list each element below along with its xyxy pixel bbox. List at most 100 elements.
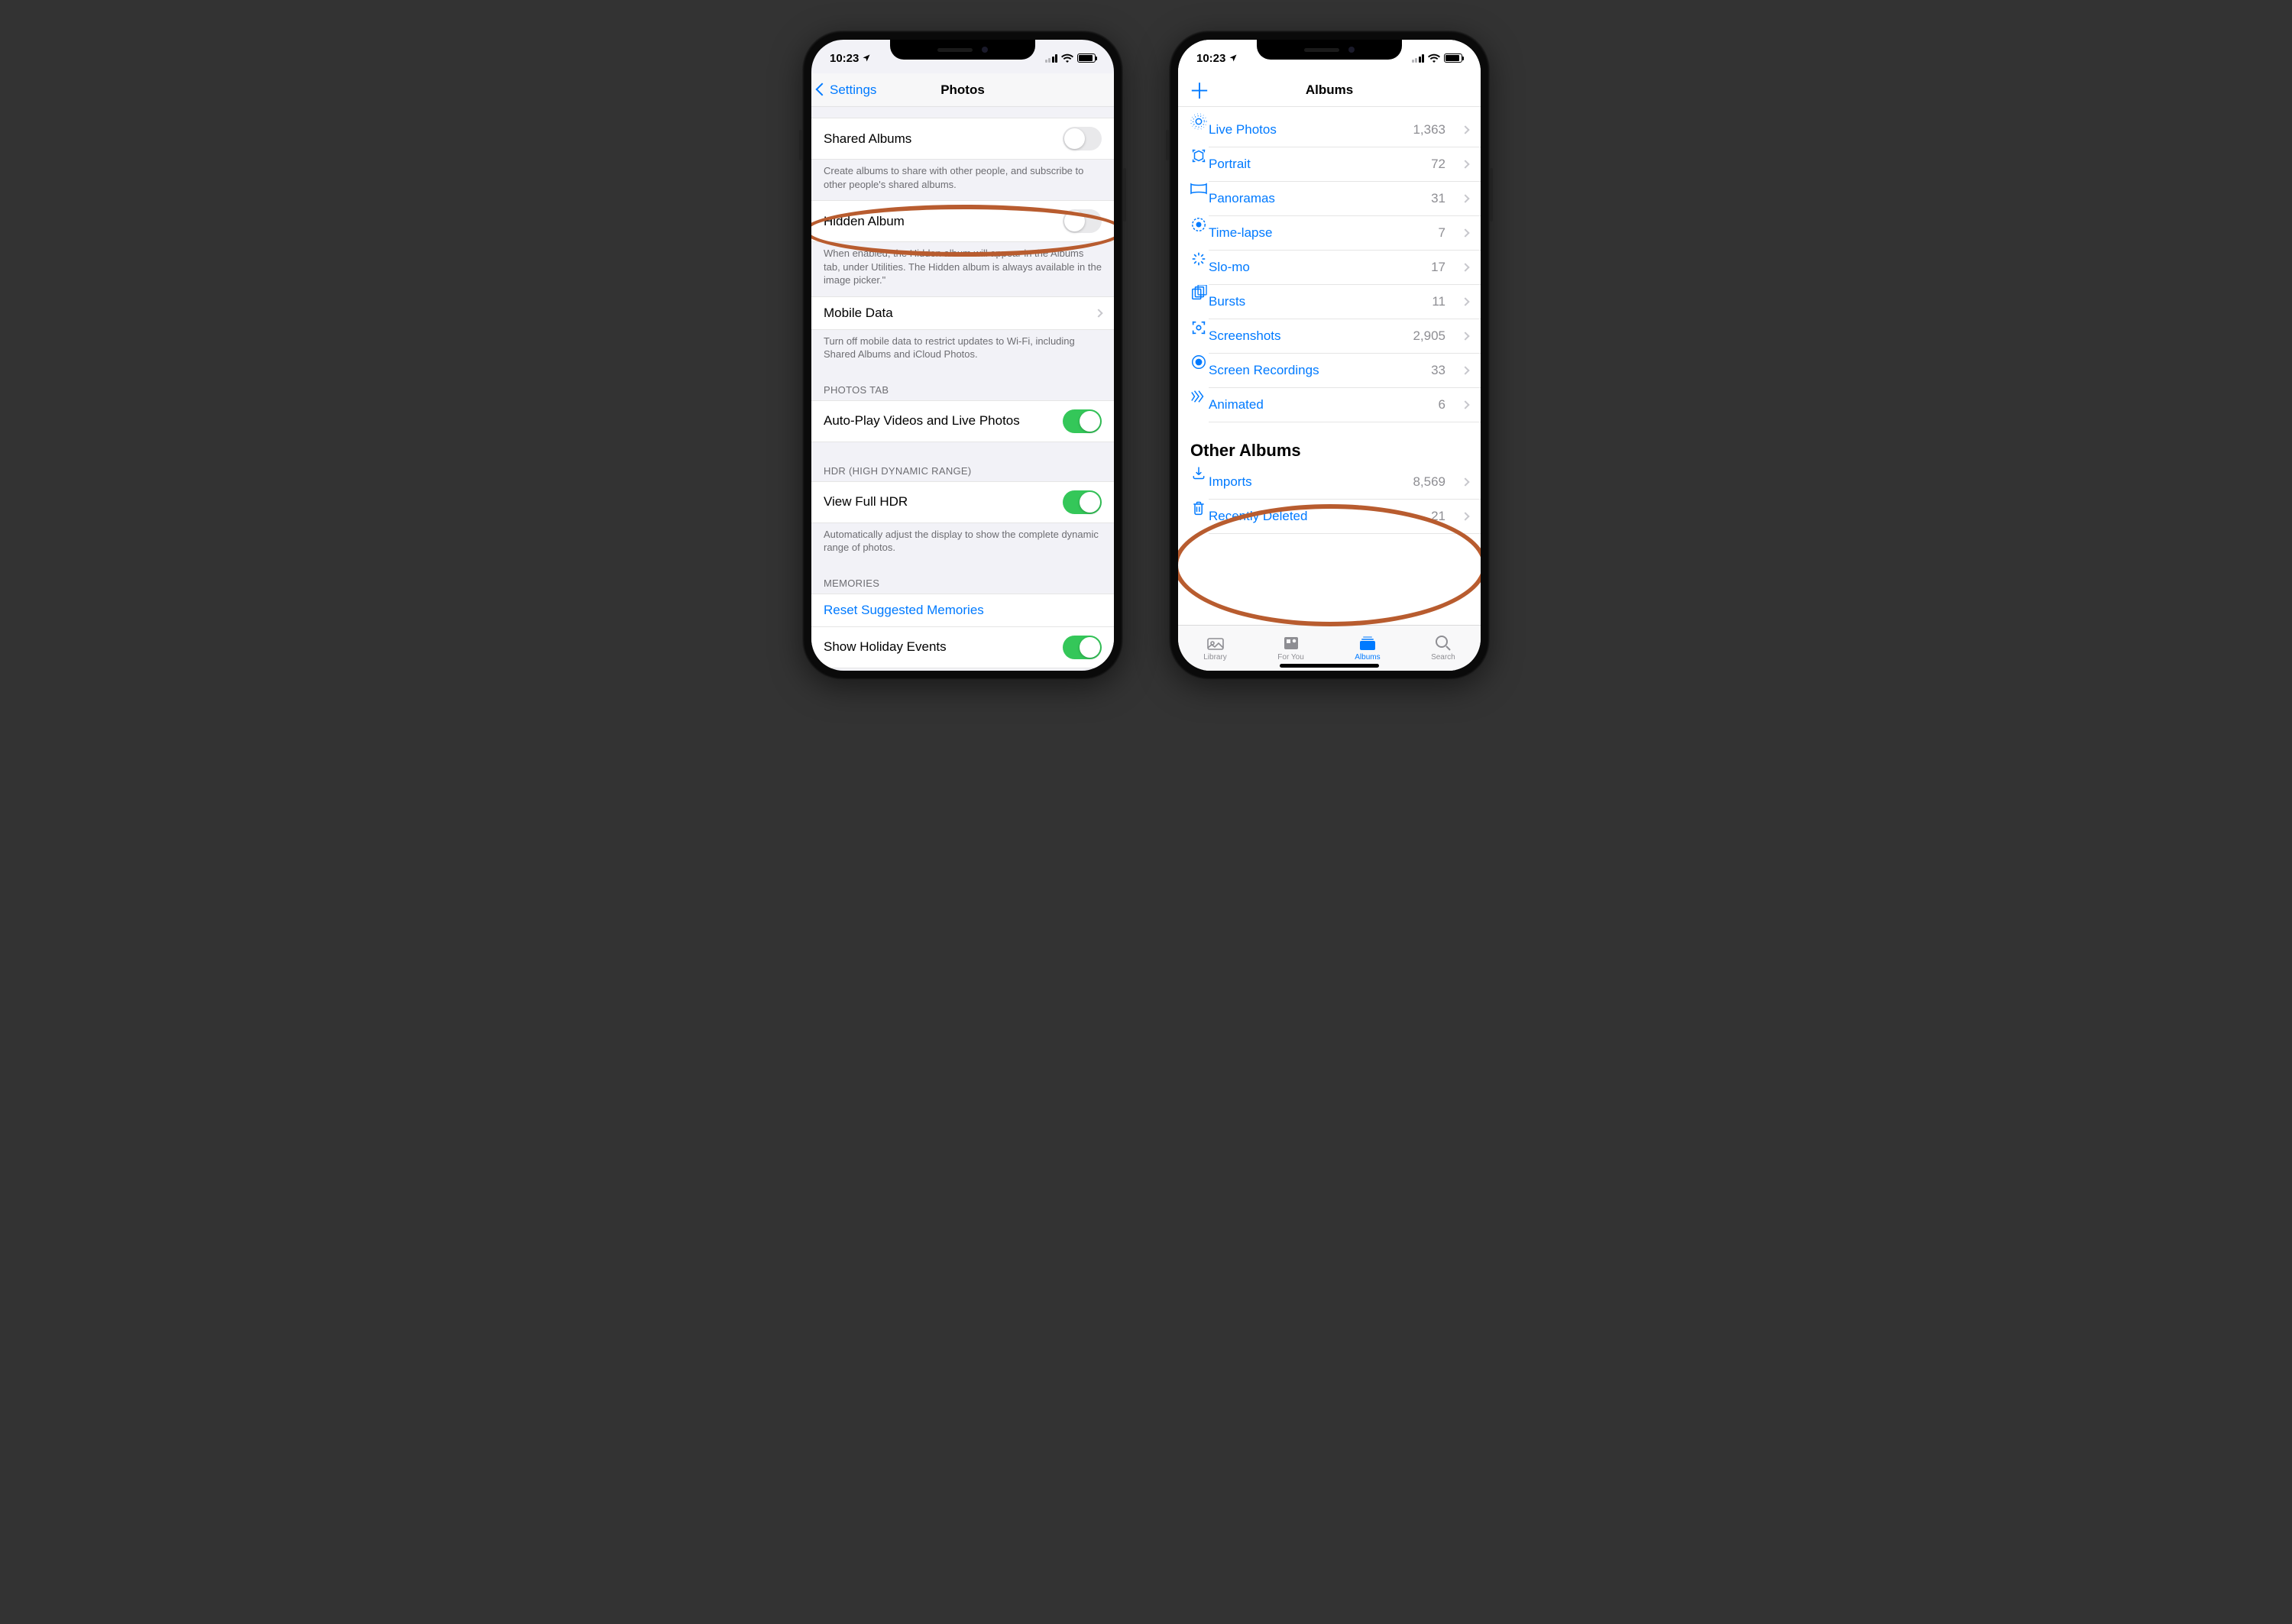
- album-row[interactable]: Imports 8,569: [1178, 465, 1481, 500]
- portrait-icon: [1189, 147, 1209, 164]
- timelapse-icon: [1189, 216, 1209, 233]
- album-count: 21: [1431, 509, 1445, 524]
- album-name: Panoramas: [1209, 191, 1420, 206]
- album-row[interactable]: Recently Deleted 21: [1178, 500, 1481, 534]
- burst-icon: [1189, 285, 1209, 302]
- notch: [1257, 40, 1402, 60]
- phone-right: 10:23 ＋ Albums: [1169, 31, 1490, 680]
- row-reset-memories[interactable]: Reset Suggested Memories: [811, 594, 1114, 627]
- battery-icon: [1077, 53, 1096, 63]
- battery-icon: [1444, 53, 1462, 63]
- album-count: 6: [1439, 397, 1445, 412]
- header-hdr: HDR (HIGH DYNAMIC RANGE): [811, 442, 1114, 481]
- row-view-full-hdr[interactable]: View Full HDR: [811, 481, 1114, 523]
- location-icon: [1229, 53, 1238, 63]
- trash-icon: [1189, 500, 1209, 516]
- back-button[interactable]: Settings: [817, 73, 876, 106]
- toggle-autoplay[interactable]: [1063, 409, 1102, 433]
- album-count: 72: [1431, 157, 1445, 172]
- albums-content[interactable]: Live Photos 1,363 Portrait 72 Panoramas …: [1178, 107, 1481, 625]
- album-count: 8,569: [1413, 474, 1445, 490]
- label-hidden-album: Hidden Album: [824, 214, 905, 229]
- album-name: Portrait: [1209, 157, 1420, 172]
- album-row[interactable]: Portrait 72: [1178, 147, 1481, 182]
- footer-shared-albums: Create albums to share with other people…: [811, 160, 1114, 200]
- tab-foryou-label: For You: [1277, 653, 1303, 662]
- row-mobile-data[interactable]: Mobile Data: [811, 296, 1114, 330]
- status-time: 10:23: [830, 52, 859, 65]
- chevron-right-icon: [1461, 194, 1469, 202]
- wifi-icon: [1428, 53, 1440, 63]
- album-row[interactable]: Live Photos 1,363: [1178, 113, 1481, 147]
- album-count: 7: [1439, 225, 1445, 241]
- chevron-right-icon: [1461, 512, 1469, 520]
- import-icon: [1189, 465, 1209, 480]
- nav-bar: ＋ Albums: [1178, 73, 1481, 107]
- livephotos-icon: [1189, 113, 1209, 130]
- foryou-icon: [1281, 635, 1301, 652]
- settings-content[interactable]: Shared Albums Create albums to share wit…: [811, 107, 1114, 671]
- album-row-partial[interactable]: [1178, 107, 1481, 113]
- row-shared-albums[interactable]: Shared Albums: [811, 118, 1114, 160]
- add-album-button[interactable]: ＋: [1189, 73, 1210, 106]
- row-hidden-album[interactable]: Hidden Album: [811, 200, 1114, 242]
- album-name: Live Photos: [1209, 122, 1402, 137]
- page-title: Albums: [1306, 82, 1353, 98]
- album-count: 33: [1431, 363, 1445, 378]
- chevron-right-icon: [1461, 263, 1469, 271]
- library-icon: [1206, 635, 1225, 652]
- slomo-icon: [1189, 251, 1209, 267]
- album-count: 11: [1432, 294, 1445, 309]
- album-name: Imports: [1209, 474, 1402, 490]
- album-count: 31: [1431, 191, 1445, 206]
- header-memories: MEMORIES: [811, 564, 1114, 594]
- screen-settings: 10:23 Settings Photos: [811, 40, 1114, 671]
- album-row[interactable]: Animated 6: [1178, 388, 1481, 422]
- label-reset-memories: Reset Suggested Memories: [824, 603, 984, 618]
- toggle-shared-albums[interactable]: [1063, 127, 1102, 150]
- row-autoplay[interactable]: Auto-Play Videos and Live Photos: [811, 400, 1114, 442]
- footer-hdr: Automatically adjust the display to show…: [811, 523, 1114, 564]
- toggle-hidden-album[interactable]: [1063, 209, 1102, 233]
- album-row[interactable]: Screenshots 2,905: [1178, 319, 1481, 354]
- animated-icon: [1189, 388, 1209, 405]
- footer-hidden-album: When enabled, the Hidden album will appe…: [811, 242, 1114, 296]
- label-view-full-hdr: View Full HDR: [824, 494, 908, 510]
- album-name: Bursts: [1209, 294, 1421, 309]
- header-photos-tab: PHOTOS TAB: [811, 370, 1114, 400]
- album-count: 1,363: [1413, 122, 1445, 137]
- album-row[interactable]: Bursts 11: [1178, 285, 1481, 319]
- wifi-icon: [1061, 53, 1073, 63]
- toggle-view-full-hdr[interactable]: [1063, 490, 1102, 514]
- recording-icon: [1189, 354, 1209, 370]
- album-row[interactable]: Time-lapse 7: [1178, 216, 1481, 251]
- album-name: Time-lapse: [1209, 225, 1428, 241]
- toggle-show-holiday[interactable]: [1063, 636, 1102, 659]
- chevron-right-icon: [1461, 125, 1469, 134]
- status-time: 10:23: [1196, 52, 1225, 65]
- tab-library[interactable]: Library: [1203, 635, 1227, 662]
- tab-search-label: Search: [1431, 653, 1455, 662]
- tab-albums[interactable]: Albums: [1355, 635, 1380, 662]
- album-row[interactable]: Screen Recordings 33: [1178, 354, 1481, 388]
- chevron-right-icon: [1094, 309, 1102, 317]
- row-show-holiday[interactable]: Show Holiday Events: [811, 627, 1114, 668]
- album-name: Recently Deleted: [1209, 509, 1420, 524]
- screen-albums: 10:23 ＋ Albums: [1178, 40, 1481, 671]
- home-indicator[interactable]: [1280, 664, 1379, 668]
- cellular-icon: [1412, 54, 1425, 63]
- album-name: Screen Recordings: [1209, 363, 1420, 378]
- panorama-icon: [1189, 182, 1209, 196]
- tab-search[interactable]: Search: [1431, 635, 1455, 662]
- album-name: Animated: [1209, 397, 1428, 412]
- chevron-right-icon: [1461, 332, 1469, 340]
- back-label: Settings: [830, 82, 876, 98]
- label-mobile-data: Mobile Data: [824, 306, 893, 321]
- album-row[interactable]: Slo-mo 17: [1178, 251, 1481, 285]
- label-show-holiday: Show Holiday Events: [824, 639, 947, 655]
- album-row[interactable]: Panoramas 31: [1178, 182, 1481, 216]
- album-count: 2,905: [1413, 328, 1445, 344]
- cellular-icon: [1045, 54, 1058, 63]
- tab-foryou[interactable]: For You: [1277, 635, 1303, 662]
- album-count: 17: [1431, 260, 1445, 275]
